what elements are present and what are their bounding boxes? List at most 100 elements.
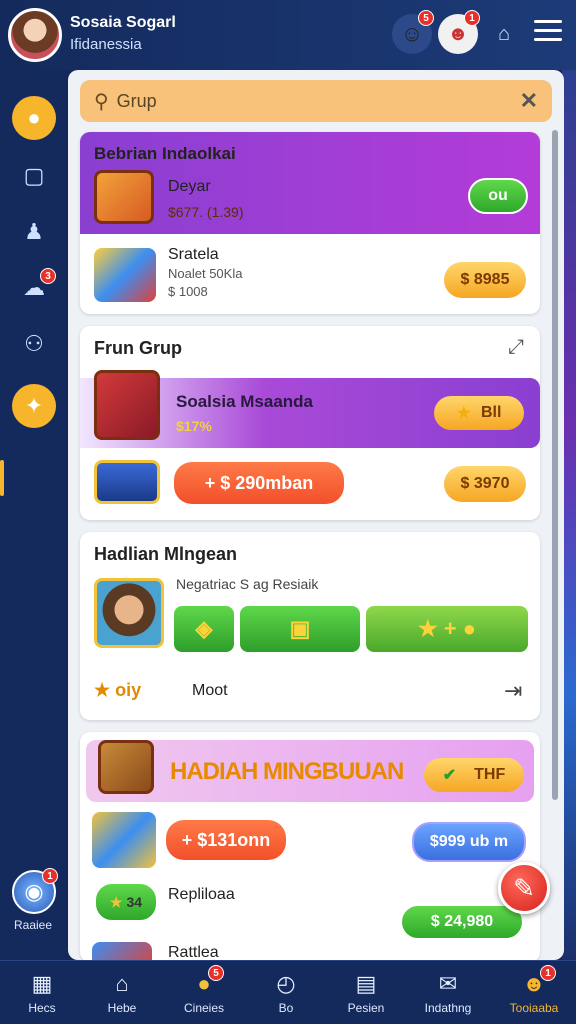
nav-item-4[interactable]: ◴ Bo [250, 961, 322, 1024]
character-avatar [94, 578, 164, 648]
notification-badge: 5 [418, 10, 434, 26]
ticket-icon [94, 460, 160, 504]
section-title: Bebrian Indaolkai [94, 144, 236, 163]
menu-icon [534, 20, 562, 23]
crate-icon [98, 740, 154, 794]
star-icon: ★ [109, 893, 123, 910]
party-icon: ✦ [24, 393, 44, 418]
gift-box-icon [94, 170, 154, 224]
dice-blocks-icon [92, 812, 156, 868]
nav-item-2[interactable]: ⌂ Hebe [86, 961, 158, 1024]
top-bar: Sosaia Sogarl Ifidanessia ☺ 5 ☻ 1 ⌂ [0, 0, 576, 70]
user-name: Sosaia Sogarl [70, 14, 176, 31]
search-label: Grup [116, 90, 157, 111]
friend-avatar-button[interactable]: ☺ 5 [392, 10, 434, 54]
main-panel: ⚲ Grup ✕ Bebrian Indaolkai Deyar $677. (… [68, 70, 564, 960]
sidebar-item-groups[interactable]: ⚇ [12, 322, 56, 366]
banner-price: $17% [176, 418, 212, 434]
section-card-1: Bebrian Indaolkai Deyar $677. (1.39) ou … [80, 132, 540, 314]
calendar-icon: ▤ [355, 971, 377, 996]
pencil-icon: ✎ [513, 872, 535, 903]
expand-icon[interactable]: ⤢ [508, 336, 524, 359]
user-location: Ifidanessia [70, 36, 142, 53]
price-button[interactable]: $999 ub m [412, 822, 526, 862]
star-icon: ★ [456, 405, 471, 422]
grid-icon: ▦ [31, 971, 53, 996]
blocks-icon [94, 248, 156, 302]
deal-amount-button[interactable]: + $131onn [166, 820, 286, 860]
bottom-nav: ▦ Hecs ⌂ Hebe ● 5 Cineies ◴ Bo ▤ Pesien … [0, 960, 576, 1024]
nav-label: Tooiaaba [509, 1001, 559, 1015]
profile-badge: 1 [42, 868, 58, 884]
star-label: ★ oiy [94, 680, 142, 700]
sidebar-profile-button[interactable]: ◉ 1 [12, 868, 58, 914]
user-icon: ● [27, 105, 41, 130]
background-strip [562, 70, 576, 960]
nav-item-6[interactable]: ✉ Indathng [412, 961, 484, 1024]
search-icon: ⚲ [94, 90, 109, 113]
sidebar-item-events[interactable]: ✦ [12, 384, 56, 428]
close-icon[interactable]: ✕ [520, 88, 538, 114]
reward-tile[interactable]: ▣ [240, 606, 360, 652]
section-card-2: Frun Grup ⤢ Soalsia Msaanda $17% ★ Bll +… [80, 326, 540, 520]
user-avatar[interactable] [8, 8, 62, 62]
item-subtitle: Noalet 50Kla [168, 266, 243, 281]
nav-label: Bo [278, 1001, 294, 1015]
item-price: $677. (1.39) [168, 204, 244, 220]
item-name: Rattlea [168, 944, 219, 960]
nav-label: Pesien [347, 1001, 385, 1015]
deal-amount-button[interactable]: + $ 290mban [174, 462, 344, 504]
menu-button[interactable] [534, 20, 562, 44]
sidebar-bottom-label: Raaiee [13, 918, 53, 932]
reward-tile[interactable]: ◈ [174, 606, 234, 652]
mail-icon: ✉ [438, 971, 458, 996]
nav-label: Hecs [28, 1001, 56, 1015]
nav-item-5[interactable]: ▤ Pesien [330, 961, 402, 1024]
gold-icon: ◈ [195, 616, 213, 641]
footer-left-text: oiy [115, 680, 142, 700]
search-bar[interactable]: ⚲ Grup ✕ [80, 80, 552, 122]
nav-label: Hebe [107, 1001, 137, 1015]
claim-button[interactable]: ou [468, 178, 528, 214]
section-title: Frun Grup [94, 338, 182, 358]
section-card-4: HADIAH MINGBUUAN ✔ THF + $131onn $999 ub… [80, 732, 540, 960]
sidebar-item-messages[interactable]: ▢ [12, 154, 56, 198]
sidebar-item-friends[interactable]: ♟ [12, 210, 56, 254]
santa-icon: ☻ [447, 22, 469, 45]
price-button[interactable]: $ 24,980 [400, 904, 524, 940]
treasure-chest-icon [94, 370, 160, 440]
weekly-banner-title: HADIAH MINGBUUAN [170, 758, 404, 785]
check-icon: ✔ [442, 767, 457, 784]
item-badge-button[interactable]: ★ 34 [94, 882, 158, 922]
home-button[interactable]: ⌂ [484, 14, 524, 54]
notification-badge: 1 [464, 10, 480, 26]
section-title: Hadlian Mlngean [94, 544, 238, 564]
badge-value: 34 [126, 894, 143, 910]
item-name: Deyar [168, 178, 211, 195]
scrollbar[interactable] [552, 130, 558, 800]
compose-button[interactable]: ✎ [498, 862, 550, 914]
home-icon: ⌂ [115, 971, 129, 996]
nav-item-7[interactable]: ☻ 1 Tooiaaba [498, 961, 570, 1024]
weekly-claim-button[interactable]: ✔ THF [424, 758, 524, 792]
friend-face-icon: ☺ [400, 21, 424, 46]
star-buy-button[interactable]: ★ Bll [434, 396, 524, 430]
price-button[interactable]: $ 3970 [444, 466, 526, 502]
sidebar: ● ▢ ♟ ☁ 3 ⚇ ✦ ◉ 1 Raaiee [0, 70, 66, 960]
house-icon: ⌂ [497, 22, 511, 45]
sidebar-item-profile[interactable]: ● [12, 96, 56, 140]
reward-tile-star[interactable]: ★ + ● [366, 606, 528, 652]
nav-item-1[interactable]: ▦ Hecs [6, 961, 78, 1024]
section-card-3: Hadlian Mlngean Negatriac S ag Resiaik ◈… [80, 532, 540, 720]
character-avatar-button[interactable]: ☻ 1 [438, 10, 480, 54]
forward-icon[interactable]: ⇥ [504, 678, 522, 704]
sidebar-item-chat[interactable]: ☁ 3 [12, 266, 56, 310]
chat-badge: 3 [40, 268, 56, 284]
nav-item-3[interactable]: ● 5 Cineies [168, 961, 240, 1024]
item-amount: $ 1008 [168, 284, 208, 299]
price-button[interactable]: $ 8985 [444, 262, 526, 298]
nav-label: Cineies [183, 1001, 225, 1015]
person-icon: ♟ [24, 219, 44, 244]
star-icon: ★ + ● [417, 616, 477, 641]
nav-badge: 1 [540, 965, 556, 981]
